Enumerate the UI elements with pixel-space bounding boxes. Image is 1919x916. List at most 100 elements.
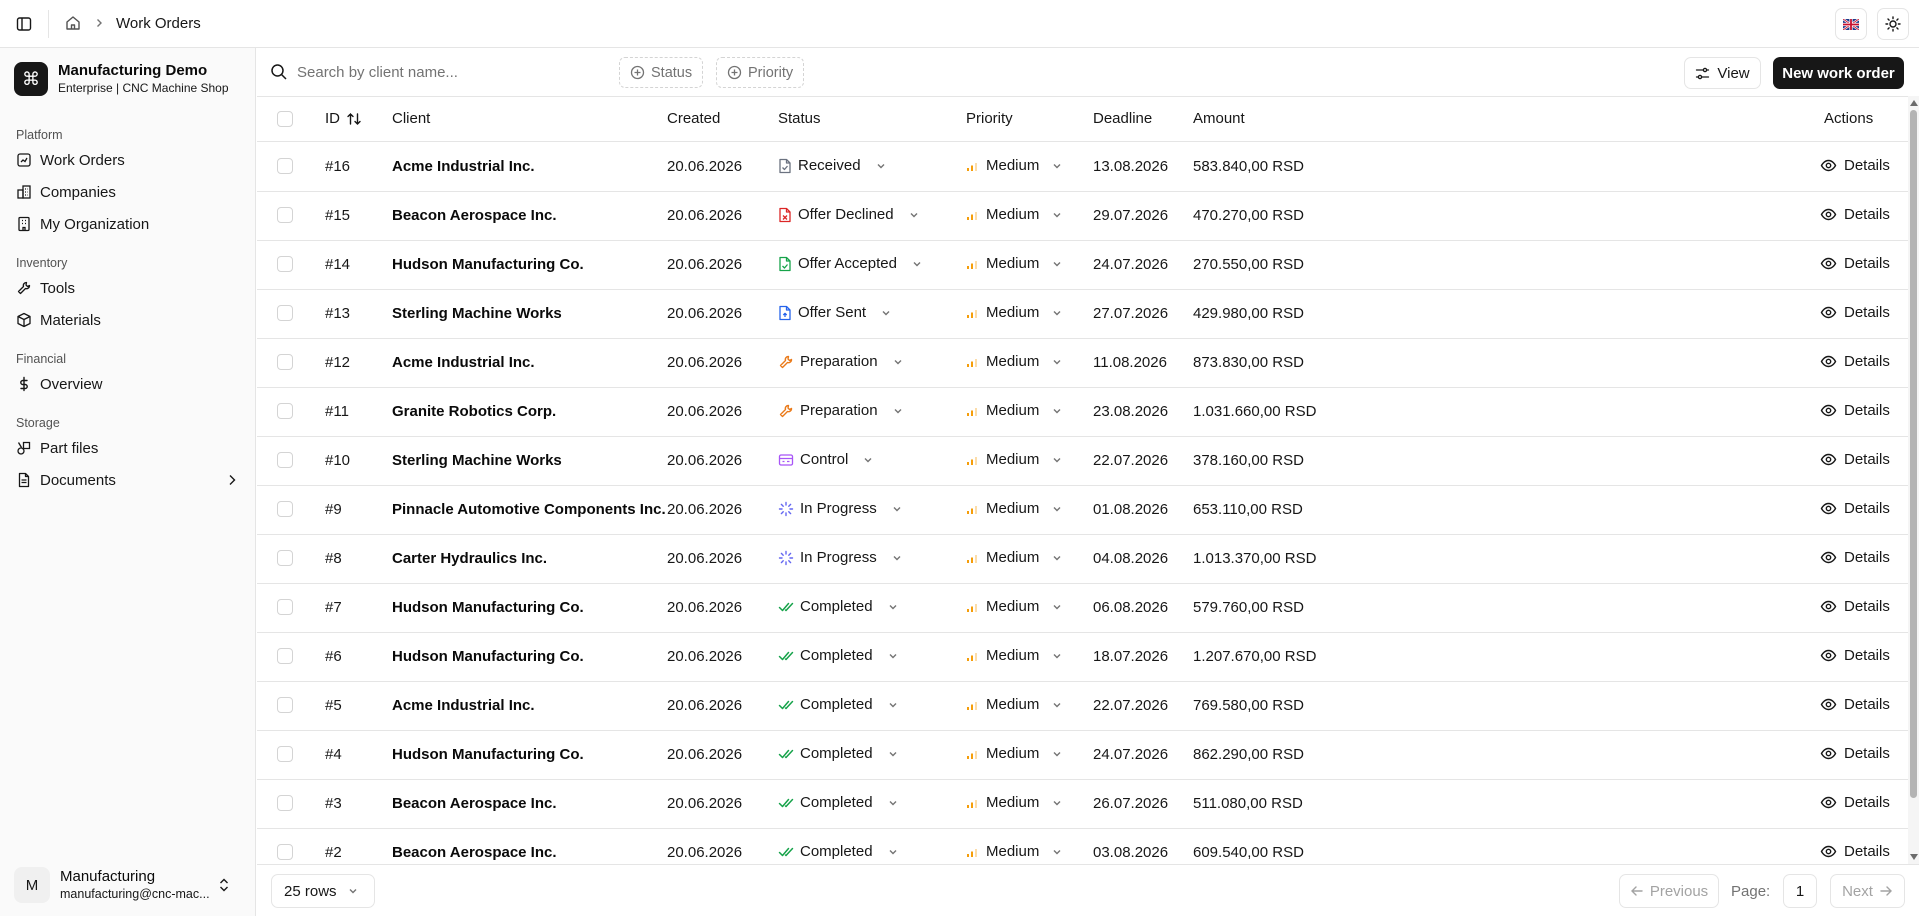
priority-filter-button[interactable]: Priority — [716, 57, 805, 88]
priority-select[interactable]: Medium — [966, 304, 1063, 321]
table-row[interactable]: #4 Hudson Manufacturing Co. 20.06.2026 Comp… — [257, 731, 1908, 780]
details-button[interactable]: Details — [1820, 206, 1890, 223]
column-header-id[interactable]: ID — [325, 110, 362, 127]
page-number-input[interactable]: 1 — [1783, 874, 1817, 908]
priority-select[interactable]: Medium — [966, 794, 1063, 811]
details-button[interactable]: Details — [1820, 157, 1890, 174]
table-row[interactable]: #9 Pinnacle Automotive Components Inc. 20.… — [257, 486, 1908, 535]
table-row[interactable]: #3 Beacon Aerospace Inc. 20.06.2026 Complet… — [257, 780, 1908, 829]
priority-select[interactable]: Medium — [966, 157, 1063, 174]
details-button[interactable]: Details — [1820, 304, 1890, 321]
rows-per-page-select[interactable]: 25 rows — [271, 874, 375, 908]
row-checkbox[interactable] — [277, 746, 293, 762]
table-row[interactable]: #7 Hudson Manufacturing Co. 20.06.2026 Comp… — [257, 584, 1908, 633]
theme-toggle-button[interactable] — [1877, 8, 1909, 40]
row-checkbox[interactable] — [277, 501, 293, 517]
row-checkbox[interactable] — [277, 256, 293, 272]
status-filter-button[interactable]: Status — [619, 57, 704, 88]
select-all-checkbox[interactable] — [277, 111, 293, 127]
status-select[interactable]: Completed — [778, 696, 899, 713]
status-select[interactable]: Preparation — [778, 353, 904, 370]
details-button[interactable]: Details — [1820, 598, 1890, 615]
priority-select[interactable]: Medium — [966, 402, 1063, 419]
row-checkbox[interactable] — [277, 452, 293, 468]
details-button[interactable]: Details — [1820, 451, 1890, 468]
details-button[interactable]: Details — [1820, 794, 1890, 811]
sidebar-item-overview[interactable]: Overview — [0, 368, 256, 400]
priority-select[interactable]: Medium — [966, 745, 1063, 762]
row-checkbox[interactable] — [277, 403, 293, 419]
org-switcher[interactable]: ⌘ Manufacturing Demo Enterprise | CNC Ma… — [14, 62, 229, 96]
table-row[interactable]: #13 Sterling Machine Works 20.06.2026 Offer… — [257, 290, 1908, 339]
table-row[interactable]: #11 Granite Robotics Corp. 20.06.2026 Prepa… — [257, 388, 1908, 437]
status-select[interactable]: In Progress — [778, 549, 903, 566]
priority-select[interactable]: Medium — [966, 353, 1063, 370]
details-button[interactable]: Details — [1820, 745, 1890, 762]
row-checkbox[interactable] — [277, 648, 293, 664]
status-select[interactable]: Completed — [778, 647, 899, 664]
details-button[interactable]: Details — [1820, 353, 1890, 370]
details-button[interactable]: Details — [1820, 402, 1890, 419]
table-row[interactable]: #6 Hudson Manufacturing Co. 20.06.2026 Comp… — [257, 633, 1908, 682]
priority-select[interactable]: Medium — [966, 598, 1063, 615]
status-select[interactable]: Received — [778, 157, 887, 174]
priority-select[interactable]: Medium — [966, 451, 1063, 468]
chevron-right-icon[interactable] — [224, 472, 240, 488]
table-row[interactable]: #14 Hudson Manufacturing Co. 20.06.2026 Off… — [257, 241, 1908, 290]
sidebar-item-documents[interactable]: Documents — [0, 464, 256, 496]
view-options-button[interactable]: View — [1684, 57, 1761, 89]
details-button[interactable]: Details — [1820, 255, 1890, 272]
priority-select[interactable]: Medium — [966, 255, 1063, 272]
table-row[interactable]: #8 Carter Hydraulics Inc. 20.06.2026 In Pro… — [257, 535, 1908, 584]
sidebar-item-work-orders[interactable]: Work Orders — [0, 144, 256, 176]
row-checkbox[interactable] — [277, 795, 293, 811]
status-select[interactable]: Completed — [778, 598, 899, 615]
home-icon[interactable] — [64, 14, 82, 32]
sidebar-item-my-organization[interactable]: My Organization — [0, 208, 256, 240]
status-select[interactable]: Completed — [778, 745, 899, 762]
scroll-down-arrow[interactable] — [1910, 854, 1918, 860]
user-menu[interactable]: M Manufacturing manufacturing@cnc-mac... — [14, 863, 242, 907]
priority-select[interactable]: Medium — [966, 647, 1063, 664]
sidebar-item-companies[interactable]: Companies — [0, 176, 256, 208]
scroll-up-arrow[interactable] — [1910, 100, 1918, 106]
table-row[interactable]: #15 Beacon Aerospace Inc. 20.06.2026 Offer … — [257, 192, 1908, 241]
details-button[interactable]: Details — [1820, 500, 1890, 517]
table-row[interactable]: #2 Beacon Aerospace Inc. 20.06.2026 Complet… — [257, 829, 1908, 864]
row-checkbox[interactable] — [277, 305, 293, 321]
status-select[interactable]: Offer Declined — [778, 206, 920, 223]
priority-select[interactable]: Medium — [966, 549, 1063, 566]
details-button[interactable]: Details — [1820, 696, 1890, 713]
row-checkbox[interactable] — [277, 550, 293, 566]
status-select[interactable]: Control — [778, 451, 874, 468]
table-row[interactable]: #5 Acme Industrial Inc. 20.06.2026 Complete… — [257, 682, 1908, 731]
scrollbar-thumb[interactable] — [1910, 110, 1917, 798]
status-select[interactable]: Preparation — [778, 402, 904, 419]
priority-select[interactable]: Medium — [966, 843, 1063, 860]
status-select[interactable]: Completed — [778, 843, 899, 860]
row-checkbox[interactable] — [277, 158, 293, 174]
status-select[interactable]: Completed — [778, 794, 899, 811]
details-button[interactable]: Details — [1820, 647, 1890, 664]
status-select[interactable]: Offer Accepted — [778, 255, 923, 272]
row-checkbox[interactable] — [277, 844, 293, 860]
details-button[interactable]: Details — [1820, 843, 1890, 860]
details-button[interactable]: Details — [1820, 549, 1890, 566]
sidebar-item-materials[interactable]: Materials — [0, 304, 256, 336]
vertical-scrollbar[interactable] — [1908, 96, 1919, 864]
priority-select[interactable]: Medium — [966, 500, 1063, 517]
table-row[interactable]: #16 Acme Industrial Inc. 20.06.2026 Receive… — [257, 143, 1908, 192]
row-checkbox[interactable] — [277, 207, 293, 223]
search-input[interactable] — [297, 60, 597, 84]
row-checkbox[interactable] — [277, 354, 293, 370]
row-checkbox[interactable] — [277, 599, 293, 615]
status-select[interactable]: Offer Sent — [778, 304, 892, 321]
next-page-button[interactable]: Next — [1830, 874, 1905, 908]
sidebar-item-tools[interactable]: Tools — [0, 272, 256, 304]
row-checkbox[interactable] — [277, 697, 293, 713]
table-row[interactable]: #10 Sterling Machine Works 20.06.2026 Contr… — [257, 437, 1908, 486]
status-select[interactable]: In Progress — [778, 500, 903, 517]
new-work-order-button[interactable]: New work order — [1773, 57, 1904, 89]
priority-select[interactable]: Medium — [966, 696, 1063, 713]
sidebar-toggle-button[interactable] — [10, 10, 38, 38]
